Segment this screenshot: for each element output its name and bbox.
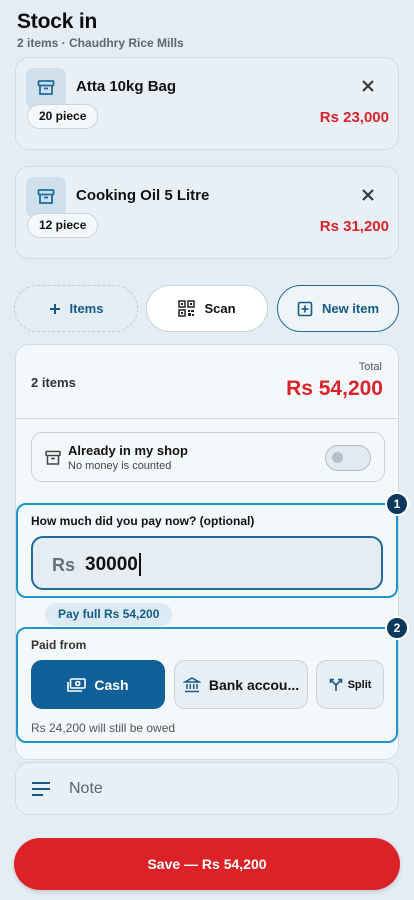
- split-label: Split: [347, 678, 372, 691]
- plus-square-icon: [297, 301, 313, 316]
- divider: [16, 418, 398, 419]
- note-placeholder: Note: [69, 780, 103, 797]
- remove-item-button[interactable]: [358, 185, 378, 205]
- page-subtitle: 2 items · Chaudhry Rice Mills: [17, 36, 184, 50]
- step-2-badge: 2: [385, 616, 409, 640]
- close-icon: [362, 80, 374, 92]
- already-in-shop-row[interactable]: Already in my shop No money is counted: [31, 432, 385, 482]
- plus-icon: [49, 303, 60, 314]
- pay-full-chip[interactable]: Pay full Rs 54,200: [45, 603, 173, 626]
- still-owed-text: Rs 24,200 will still be owed: [31, 721, 176, 735]
- item-price: Rs 31,200: [319, 218, 389, 235]
- toggle-knob: [332, 452, 343, 463]
- item-price: Rs 23,000: [319, 109, 389, 126]
- split-icon: [329, 678, 342, 691]
- add-items-button[interactable]: Items: [14, 285, 138, 332]
- archive-icon: [45, 450, 61, 465]
- new-item-button[interactable]: New item: [277, 285, 399, 332]
- item-name: Atta 10kg Bag: [76, 78, 177, 95]
- bank-label: Bank accou...: [208, 676, 300, 693]
- note-field[interactable]: Note: [15, 762, 399, 815]
- already-in-shop-subtitle: No money is counted: [68, 460, 172, 472]
- pay-now-label: How much did you pay now? (optional): [31, 514, 255, 528]
- quantity-pill[interactable]: 20 piece: [27, 104, 99, 129]
- item-name: Cooking Oil 5 Litre: [76, 187, 210, 204]
- paid-from-label: Paid from: [31, 638, 87, 652]
- total-amount: Rs 54,200: [286, 377, 383, 400]
- cash-icon: [67, 677, 87, 692]
- summary-card: 2 items Total Rs 54,200 Already in my sh…: [15, 344, 409, 760]
- pay-amount-input[interactable]: Rs 30000: [31, 536, 383, 590]
- archive-icon: [26, 68, 66, 108]
- cash-label: Cash: [94, 676, 129, 693]
- close-icon: [362, 189, 374, 201]
- step-1-badge: 1: [385, 492, 409, 516]
- save-button[interactable]: Save — Rs 54,200: [14, 838, 400, 890]
- note-lines-icon: [32, 782, 50, 796]
- currency-prefix: Rs: [52, 555, 76, 575]
- new-item-label: New item: [321, 301, 380, 316]
- quantity-pill[interactable]: 12 piece: [27, 213, 99, 238]
- scan-label: Scan: [204, 301, 236, 316]
- already-in-shop-toggle[interactable]: [325, 445, 371, 471]
- payment-method-bank[interactable]: Bank accou...: [174, 660, 308, 709]
- scan-button[interactable]: Scan: [146, 285, 268, 332]
- total-label: Total: [358, 361, 382, 373]
- pay-amount-value: 30000: [85, 553, 141, 576]
- header: Stock in 2 items · Chaudhry Rice Mills: [17, 10, 184, 50]
- already-in-shop-title: Already in my shop: [68, 443, 188, 458]
- page-title: Stock in: [17, 10, 98, 33]
- item-card: Cooking Oil 5 Litre 12 piece Rs 31,200: [15, 166, 399, 259]
- remove-item-button[interactable]: [358, 76, 378, 96]
- payment-method-cash[interactable]: Cash: [31, 660, 165, 709]
- items-count: 2 items: [31, 375, 76, 390]
- archive-icon: [26, 177, 66, 217]
- payment-method-split[interactable]: Split: [316, 660, 384, 709]
- add-items-label: Items: [69, 301, 104, 316]
- bank-icon: [182, 676, 201, 692]
- item-card: Atta 10kg Bag 20 piece Rs 23,000: [15, 57, 399, 150]
- qr-code-icon: [178, 300, 196, 317]
